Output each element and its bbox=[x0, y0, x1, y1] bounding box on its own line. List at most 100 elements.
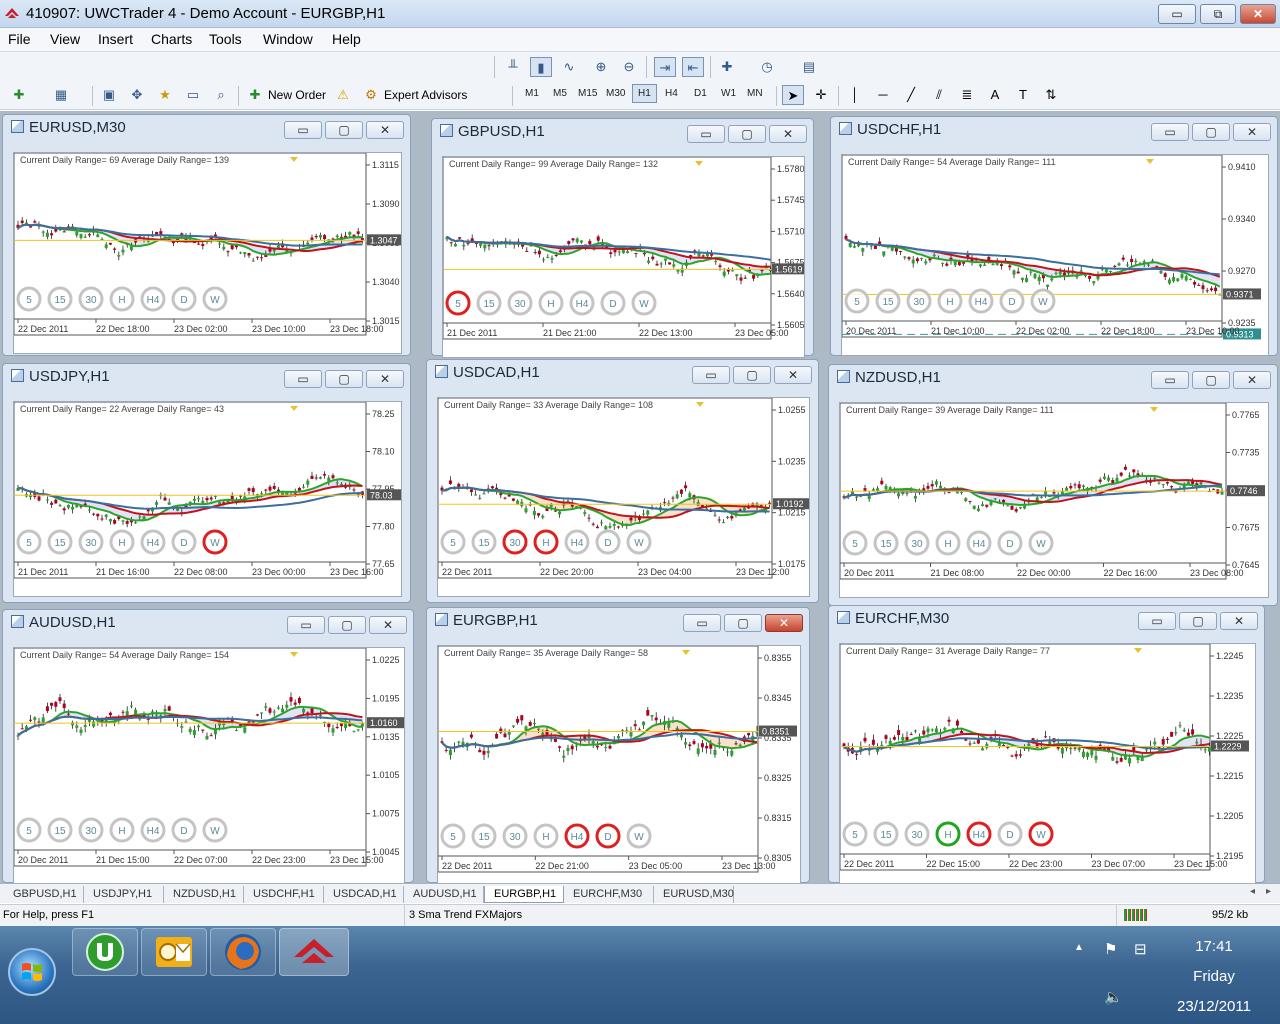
profiles-icon[interactable]: ▦ bbox=[50, 85, 72, 105]
chart-shift-icon[interactable]: ⇤ bbox=[682, 57, 704, 77]
chart-close-button[interactable]: ✕ bbox=[1233, 371, 1271, 389]
timeframe-h1[interactable]: H1 bbox=[632, 84, 657, 103]
chart-window-gbpusd-h1[interactable]: GBPUSD,H1 ▭ ▢ ✕ Current Daily Range= 99 Aver… bbox=[431, 118, 814, 358]
new-order-icon[interactable]: ✚ bbox=[244, 85, 266, 105]
clock-day[interactable]: Friday bbox=[1176, 968, 1252, 985]
chart-close-button[interactable]: ✕ bbox=[366, 121, 404, 139]
timeframe-m1[interactable]: M1 bbox=[525, 88, 539, 99]
menu-charts[interactable]: Charts bbox=[151, 31, 192, 47]
period-button-5[interactable]: 5 bbox=[16, 817, 42, 843]
chart-canvas[interactable]: Current Daily Range= 39 Average Daily Ra… bbox=[839, 402, 1269, 598]
taskbar-uwctrader[interactable] bbox=[279, 928, 349, 976]
periods-icon[interactable]: ◷ bbox=[756, 57, 778, 77]
period-button-h[interactable]: H bbox=[533, 529, 559, 555]
chart-window-usdjpy-h1[interactable]: USDJPY,H1 ▭ ▢ ✕ Current Daily Range= 22 Aver… bbox=[2, 363, 411, 603]
chart-maximize-button[interactable]: ▢ bbox=[325, 121, 363, 139]
arrows-icon[interactable]: ⇅ bbox=[1040, 85, 1062, 105]
crosshair-icon[interactable]: ✛ bbox=[810, 85, 832, 105]
taskbar-outlook[interactable] bbox=[141, 928, 207, 976]
candlestick-icon[interactable]: ▮ bbox=[530, 57, 552, 77]
period-button-30[interactable]: 30 bbox=[502, 823, 528, 849]
network-icon[interactable]: ⊟ bbox=[1134, 940, 1147, 958]
chart-minimize-button[interactable]: ▭ bbox=[287, 616, 325, 634]
period-button-5[interactable]: 5 bbox=[842, 821, 868, 847]
period-button-w[interactable]: W bbox=[626, 529, 652, 555]
chart-minimize-button[interactable]: ▭ bbox=[692, 366, 730, 384]
chart-window-usdchf-h1[interactable]: USDCHF,H1 ▭ ▢ ✕ Current Daily Range= 54 Aver… bbox=[830, 116, 1278, 356]
period-button-15[interactable]: 15 bbox=[47, 529, 73, 555]
data-window-icon[interactable]: ★ bbox=[154, 85, 176, 105]
expert-advisors-button[interactable]: Expert Advisors bbox=[384, 88, 467, 102]
period-button-d[interactable]: D bbox=[997, 821, 1023, 847]
menu-window[interactable]: Window bbox=[263, 31, 313, 47]
chart-canvas[interactable]: Current Daily Range= 31 Average Daily Ra… bbox=[839, 643, 1256, 889]
chart-canvas[interactable]: Current Daily Range= 54 Average Daily Ra… bbox=[13, 647, 405, 885]
period-button-30[interactable]: 30 bbox=[904, 530, 930, 556]
period-button-15[interactable]: 15 bbox=[873, 821, 899, 847]
menu-help[interactable]: Help bbox=[332, 31, 361, 47]
chart-close-button[interactable]: ✕ bbox=[769, 125, 807, 143]
period-button-15[interactable]: 15 bbox=[875, 288, 901, 314]
period-button-5[interactable]: 5 bbox=[440, 823, 466, 849]
action-center-icon[interactable]: ⚑ bbox=[1104, 940, 1117, 958]
chart-close-button[interactable]: ✕ bbox=[1220, 612, 1258, 630]
period-button-d[interactable]: D bbox=[595, 823, 621, 849]
period-button-30[interactable]: 30 bbox=[78, 817, 104, 843]
chart-minimize-button[interactable]: ▭ bbox=[683, 614, 721, 632]
period-button-30[interactable]: 30 bbox=[78, 529, 104, 555]
timeframe-m15[interactable]: M15 bbox=[578, 88, 597, 99]
tab-usdjpy-h1[interactable]: USDJPY,H1 bbox=[84, 886, 164, 903]
chart-canvas[interactable]: Current Daily Range= 99 Average Daily Ra… bbox=[442, 156, 805, 358]
period-button-h4[interactable]: H4 bbox=[140, 817, 166, 843]
cursor-icon[interactable]: ➤ bbox=[782, 85, 804, 105]
chart-minimize-button[interactable]: ▭ bbox=[1151, 371, 1189, 389]
chart-window-eurgbp-h1[interactable]: EURGBP,H1 ▭ ▢ ✕ Current Daily Range= 35 Aver… bbox=[426, 607, 810, 891]
period-button-5[interactable]: 5 bbox=[440, 529, 466, 555]
chart-maximize-button[interactable]: ▢ bbox=[733, 366, 771, 384]
period-button-5[interactable]: 5 bbox=[445, 290, 471, 316]
chart-maximize-button[interactable]: ▢ bbox=[1179, 612, 1217, 630]
chart-maximize-button[interactable]: ▢ bbox=[1192, 123, 1230, 141]
clock-date[interactable]: 23/12/2011 bbox=[1168, 998, 1260, 1015]
period-button-h[interactable]: H bbox=[533, 823, 559, 849]
fibonacci-icon[interactable]: ⫽ bbox=[928, 85, 950, 105]
autoscroll-icon[interactable]: ⇥ bbox=[654, 57, 676, 77]
tab-scroll-right-icon[interactable]: ▸ bbox=[1266, 886, 1271, 897]
menu-tools[interactable]: Tools bbox=[209, 31, 242, 47]
timeframe-d1[interactable]: D1 bbox=[694, 88, 707, 99]
period-button-h[interactable]: H bbox=[935, 821, 961, 847]
timeframe-h4[interactable]: H4 bbox=[665, 88, 678, 99]
period-button-15[interactable]: 15 bbox=[471, 823, 497, 849]
period-button-5[interactable]: 5 bbox=[844, 288, 870, 314]
period-button-d[interactable]: D bbox=[600, 290, 626, 316]
period-button-5[interactable]: 5 bbox=[16, 286, 42, 312]
period-button-w[interactable]: W bbox=[202, 817, 228, 843]
restore-button[interactable]: ⧉ bbox=[1200, 4, 1236, 24]
period-button-w[interactable]: W bbox=[1028, 530, 1054, 556]
period-button-h4[interactable]: H4 bbox=[966, 821, 992, 847]
timeframe-mn[interactable]: MN bbox=[747, 88, 763, 99]
indicators-icon[interactable]: ✚ bbox=[716, 57, 738, 77]
chart-canvas[interactable]: Current Daily Range= 54 Average Daily Ra… bbox=[841, 154, 1269, 356]
chart-minimize-button[interactable]: ▭ bbox=[284, 121, 322, 139]
period-button-15[interactable]: 15 bbox=[47, 286, 73, 312]
period-button-d[interactable]: D bbox=[171, 286, 197, 312]
period-button-15[interactable]: 15 bbox=[476, 290, 502, 316]
chart-maximize-button[interactable]: ▢ bbox=[724, 614, 762, 632]
period-button-h[interactable]: H bbox=[937, 288, 963, 314]
line-chart-icon[interactable]: ∿ bbox=[558, 57, 580, 77]
chart-close-button[interactable]: ✕ bbox=[366, 370, 404, 388]
chart-close-button[interactable]: ✕ bbox=[1233, 123, 1271, 141]
chart-minimize-button[interactable]: ▭ bbox=[1138, 612, 1176, 630]
menu-view[interactable]: View bbox=[50, 31, 80, 47]
period-button-15[interactable]: 15 bbox=[471, 529, 497, 555]
chart-canvas[interactable]: Current Daily Range= 69 Average Daily Ra… bbox=[13, 152, 402, 354]
period-button-15[interactable]: 15 bbox=[47, 817, 73, 843]
market-watch-icon[interactable]: ▣ bbox=[98, 85, 120, 105]
vertical-line-icon[interactable]: │ bbox=[844, 85, 866, 105]
tab-scroll-left-icon[interactable]: ◂ bbox=[1250, 886, 1255, 897]
period-button-30[interactable]: 30 bbox=[507, 290, 533, 316]
taskbar-utorrent[interactable] bbox=[72, 928, 138, 976]
period-button-h[interactable]: H bbox=[109, 817, 135, 843]
chart-window-eurchf-m30[interactable]: EURCHF,M30 ▭ ▢ ✕ Current Daily Range= 31 Ave… bbox=[828, 605, 1265, 889]
